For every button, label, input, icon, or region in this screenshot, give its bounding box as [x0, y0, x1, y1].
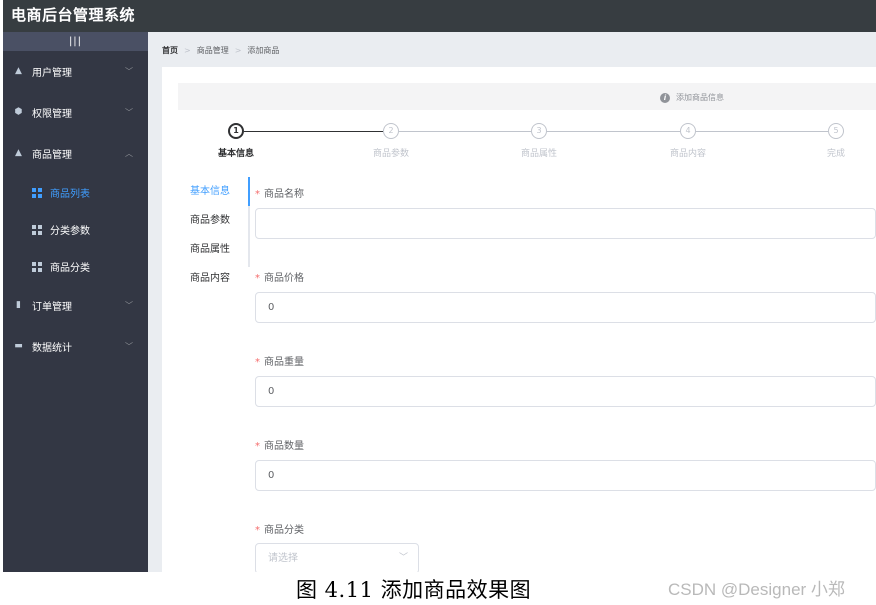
- sidebar-item-permission-management[interactable]: ⬢ 权限管理 ﹀: [3, 92, 148, 133]
- step-1-icon: 1: [228, 123, 244, 139]
- app-header: 电商后台管理系统: [3, 0, 876, 32]
- step-4-icon: 4: [680, 123, 696, 139]
- goods-weight-input[interactable]: 0: [255, 376, 876, 407]
- goods-number-label-text: 商品数量: [264, 441, 304, 452]
- sidebar-subitem-label: 分类参数: [50, 226, 90, 237]
- goods-category-select[interactable]: 请选择 ﹀: [255, 543, 419, 572]
- alert-text: 添加商品信息: [676, 93, 724, 102]
- sidebar-subitem-goods-list[interactable]: 商品列表: [3, 174, 148, 211]
- steps-bar: 1 2 3 4 5 基本信息 商品参数 商品属性 商品内容 完成: [162, 123, 876, 168]
- app-title: 电商后台管理系统: [11, 6, 136, 24]
- sidebar-item-label: 数据统计: [32, 343, 72, 354]
- info-alert: i 添加商品信息: [178, 83, 876, 110]
- select-placeholder: 请选择: [268, 553, 298, 564]
- step-connector: [244, 131, 383, 132]
- step-connector: [547, 131, 680, 132]
- add-goods-card: i 添加商品信息 1 2 3 4 5 基本信息 商品参数 商品属性 商品内容 完…: [162, 67, 876, 572]
- chevron-down-icon: ﹀: [398, 553, 408, 563]
- required-mark: *: [255, 525, 260, 536]
- step-3-icon: 3: [531, 123, 547, 139]
- sidebar-item-label: 用户管理: [32, 68, 72, 79]
- main-content: 首页 > 商品管理 > 添加商品 i 添加商品信息 1 2 3 4 5 基本信息…: [148, 32, 876, 572]
- goods-name-label-text: 商品名称: [264, 189, 304, 200]
- goods-weight-label-text: 商品重量: [264, 357, 304, 368]
- sidebar-subitem-category-params[interactable]: 分类参数: [3, 211, 148, 248]
- sidebar-subitem-goods-category[interactable]: 商品分类: [3, 248, 148, 285]
- chevron-down-icon: ﹀: [125, 108, 133, 117]
- sidebar-subitem-label: 商品列表: [50, 189, 90, 200]
- goods-name-label: * 商品名称: [255, 185, 304, 200]
- tab-goods-content[interactable]: 商品内容: [190, 264, 248, 293]
- required-mark: *: [255, 357, 260, 368]
- breadcrumb-goods-management: 商品管理: [196, 46, 229, 55]
- step-connector: [399, 131, 531, 132]
- user-icon: ▲: [15, 66, 22, 76]
- order-icon: ▮: [16, 300, 21, 310]
- grid-icon: [32, 261, 42, 272]
- sidebar: ||| ▲ 用户管理 ﹀ ⬢ 权限管理 ﹀ ▲ 商品管理 ︿ 商品列表 分类参数…: [3, 32, 148, 572]
- sidebar-item-data-statistics[interactable]: ▬ 数据统计 ﹀: [3, 326, 148, 367]
- sidebar-subitem-label: 商品分类: [50, 263, 90, 274]
- figure-caption: 图 4.11 添加商品效果图: [296, 578, 532, 602]
- vertical-tabs: 基本信息 商品参数 商品属性 商品内容: [190, 177, 250, 284]
- sidebar-item-order-management[interactable]: ▮ 订单管理 ﹀: [3, 285, 148, 326]
- goods-price-label: * 商品价格: [255, 269, 304, 284]
- grid-icon: [32, 224, 42, 235]
- shield-icon: ⬢: [14, 107, 23, 117]
- chevron-down-icon: ﹀: [125, 67, 133, 76]
- required-mark: *: [255, 189, 260, 200]
- sidebar-item-label: 商品管理: [32, 150, 72, 161]
- grid-icon: [32, 187, 42, 198]
- breadcrumb-add-goods: 添加商品: [247, 46, 280, 55]
- goods-category-label: * 商品分类: [255, 521, 304, 536]
- breadcrumb-home[interactable]: 首页: [162, 45, 178, 56]
- goods-category-label-text: 商品分类: [264, 525, 304, 536]
- breadcrumb: 首页 > 商品管理 > 添加商品: [162, 45, 279, 56]
- goods-name-input[interactable]: [255, 208, 876, 239]
- step-2-label: 商品参数: [372, 149, 409, 159]
- goods-icon: ▲: [15, 148, 22, 158]
- chevron-up-icon: ︿: [125, 149, 133, 158]
- sidebar-item-user-management[interactable]: ▲ 用户管理 ﹀: [3, 51, 148, 92]
- goods-number-input[interactable]: 0: [255, 460, 876, 491]
- goods-price-input[interactable]: 0: [255, 292, 876, 323]
- chevron-down-icon: ﹀: [125, 342, 133, 351]
- tab-goods-params[interactable]: 商品参数: [190, 206, 248, 235]
- watermark: CSDN @Designer 小郑: [668, 580, 845, 599]
- breadcrumb-separator: >: [234, 46, 242, 55]
- goods-price-label-text: 商品价格: [264, 273, 304, 284]
- info-icon: i: [660, 92, 670, 103]
- chart-icon: ▬: [14, 341, 23, 351]
- step-1-label: 基本信息: [217, 149, 254, 159]
- step-5-icon: 5: [828, 123, 844, 139]
- required-mark: *: [255, 441, 260, 452]
- goods-weight-label: * 商品重量: [255, 353, 304, 368]
- tab-basic-info[interactable]: 基本信息: [190, 177, 248, 206]
- step-4-label: 商品内容: [669, 149, 706, 159]
- step-connector: [696, 131, 828, 132]
- goods-number-label: * 商品数量: [255, 437, 304, 452]
- chevron-down-icon: ﹀: [125, 301, 133, 310]
- breadcrumb-separator: >: [184, 46, 191, 55]
- sidebar-item-label: 权限管理: [32, 109, 72, 120]
- app-window: 电商后台管理系统 ||| ▲ 用户管理 ﹀ ⬢ 权限管理 ﹀ ▲ 商品管理 ︿ …: [3, 0, 876, 572]
- required-mark: *: [255, 273, 260, 284]
- step-5-label: 完成: [826, 149, 845, 159]
- sidebar-item-goods-management[interactable]: ▲ 商品管理 ︿: [3, 133, 148, 174]
- sidebar-toggle-button[interactable]: |||: [3, 32, 148, 51]
- sidebar-item-label: 订单管理: [32, 302, 72, 313]
- step-2-icon: 2: [383, 123, 399, 139]
- active-tab-indicator: [248, 177, 250, 206]
- tab-goods-attributes[interactable]: 商品属性: [190, 235, 248, 264]
- step-3-label: 商品属性: [520, 149, 557, 159]
